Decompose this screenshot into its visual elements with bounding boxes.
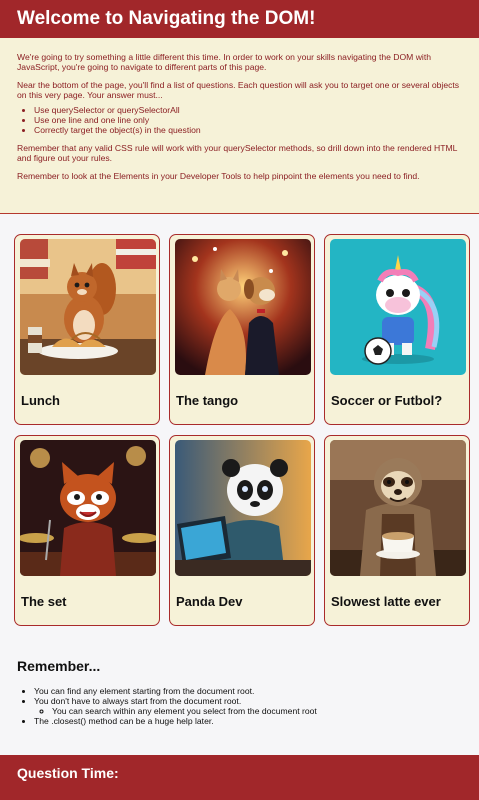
card-title: Panda Dev: [176, 594, 243, 609]
card-lunch: Lunch: [14, 234, 160, 425]
remember-item-text: You don't have to always start from the …: [34, 696, 242, 706]
card-panda-dev: Panda Dev: [169, 435, 315, 626]
page-header: Welcome to Navigating the DOM!: [0, 0, 479, 38]
page-title: Welcome to Navigating the DOM!: [17, 8, 316, 29]
intro-paragraph: We're going to try something a little di…: [17, 52, 432, 72]
intro-paragraph: Remember that any valid CSS rule will wo…: [17, 143, 458, 163]
rule-item: Correctly target the object(s) in the qu…: [34, 125, 462, 135]
rules-list: Use querySelector or querySelectorAll Us…: [34, 105, 462, 135]
squirrel-image: [20, 239, 156, 375]
intro-paragraph: Near the bottom of the page, you'll find…: [17, 80, 460, 100]
card-title: Slowest latte ever: [331, 594, 441, 609]
remember-sublist: You can search within any element you se…: [52, 706, 317, 716]
card-title: Soccer or Futbol?: [331, 393, 443, 408]
remember-subitem: You can search within any element you se…: [52, 706, 317, 716]
question-time-bar: Question Time:: [0, 755, 479, 800]
remember-list: You can find any element starting from t…: [34, 686, 317, 726]
unicorn-image: [330, 239, 466, 375]
card-title: The set: [21, 594, 67, 609]
remember-item: The .closest() method can be a huge help…: [34, 716, 317, 726]
red-panda-image: [20, 440, 156, 576]
intro-section: We're going to try something a little di…: [0, 38, 479, 214]
intro-paragraph: Remember to look at the Elements in your…: [17, 171, 420, 181]
card-title: The tango: [176, 393, 239, 408]
panda-image: [175, 440, 311, 576]
rule-item: Use one line and one line only: [34, 115, 462, 125]
remember-item: You can find any element starting from t…: [34, 686, 317, 696]
remember-section: Remember... You can find any element sta…: [17, 658, 317, 726]
rule-item: Use querySelector or querySelectorAll: [34, 105, 462, 115]
card-latte: Slowest latte ever: [324, 435, 470, 626]
remember-title: Remember...: [17, 658, 101, 674]
tango-image: [175, 239, 311, 375]
card-soccer: Soccer or Futbol?: [324, 234, 470, 425]
card-title: Lunch: [21, 393, 60, 408]
question-time-title: Question Time:: [17, 765, 119, 781]
card-set: The set: [14, 435, 160, 626]
sloth-image: [330, 440, 466, 576]
remember-item: You don't have to always start from the …: [34, 696, 317, 716]
card-tango: The tango: [169, 234, 315, 425]
